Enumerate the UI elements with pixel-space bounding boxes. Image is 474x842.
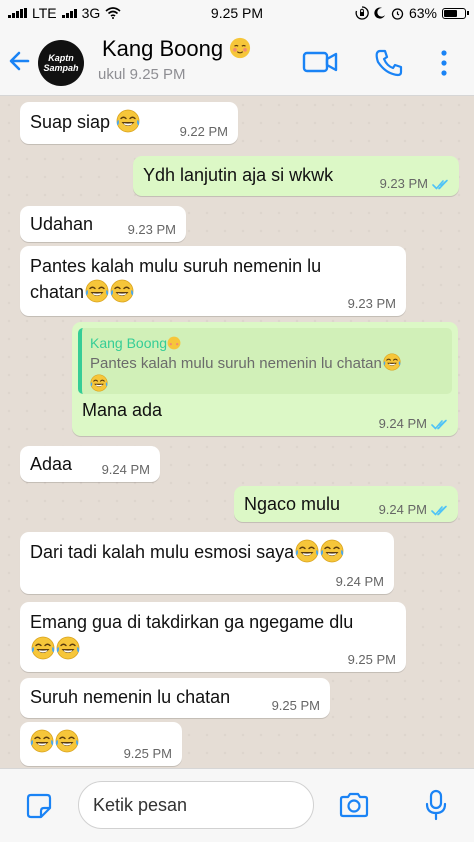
avatar-text: Kaptn Sampah <box>43 53 79 73</box>
joy-emoji-icon <box>85 279 109 303</box>
message-bubble[interactable]: Udahan 9.23 PM <box>20 206 186 242</box>
message-bubble[interactable]: Kang Boong Pantes kalah mulu suruh nemen… <box>72 322 458 436</box>
message-meta: 9.23 PM <box>128 223 176 237</box>
message-text: Suap siap <box>30 112 111 132</box>
back-chevron-left-icon[interactable] <box>6 44 36 78</box>
camera-icon[interactable] <box>338 791 370 819</box>
phone-icon[interactable] <box>374 48 404 78</box>
message-time: 9.25 PM <box>347 652 396 667</box>
chat-header: Kaptn Sampah Kang Boong ukul 9.25 PM <box>0 26 474 96</box>
message-text: Dari tadi kalah mulu esmosi saya <box>30 542 295 562</box>
message-time: 9.24 PM <box>101 462 150 477</box>
sticker-icon[interactable] <box>26 793 52 819</box>
contact-name-text: Kang Boong <box>102 36 224 61</box>
read-ticks-icon <box>431 505 447 516</box>
message-time: 9.24 PM <box>378 502 427 517</box>
message-bubble[interactable]: Adaa 9.24 PM <box>20 446 160 482</box>
joy-emoji-icon <box>295 539 319 563</box>
message-bubble[interactable]: Suruh nemenin lu chatan 9.25 PM <box>20 678 330 718</box>
message-time: 9.24 PM <box>335 574 384 589</box>
message-bubble[interactable]: Ngaco mulu 9.24 PM <box>234 486 458 522</box>
message-text: Adaa <box>30 454 73 474</box>
moon-icon <box>374 7 385 19</box>
joy-emoji-icon <box>320 539 344 563</box>
message-text-line2: chatan <box>30 282 85 302</box>
joy-emoji-icon <box>55 729 79 753</box>
quoted-sender-name: Kang Boong <box>90 333 444 353</box>
message-time: 9.25 PM <box>123 746 172 761</box>
quoted-text: Pantes kalah mulu suruh nemenin lu chata… <box>90 353 444 395</box>
read-ticks-icon <box>431 419 447 430</box>
more-vertical-icon[interactable] <box>438 48 450 78</box>
message-text: Udahan <box>30 214 94 234</box>
blush-emoji-icon <box>167 336 181 350</box>
status-bar: LTE 3G 9.25 PM 63% <box>0 0 474 26</box>
joy-emoji-icon <box>90 374 108 392</box>
message-time: 9.25 PM <box>271 698 320 713</box>
message-time: 9.23 PM <box>127 222 176 237</box>
joy-emoji-icon <box>56 636 80 660</box>
joy-emoji-icon <box>30 729 54 753</box>
message-meta: 9.24 PM <box>379 503 448 517</box>
message-input[interactable] <box>78 781 314 829</box>
message-meta: 9.24 PM <box>379 417 448 431</box>
joy-emoji-icon <box>116 109 140 133</box>
quoted-message[interactable]: Kang Boong Pantes kalah mulu suruh nemen… <box>78 328 452 394</box>
message-time: 9.22 PM <box>179 124 228 139</box>
message-time: 9.24 PM <box>378 416 427 431</box>
message-meta: 9.23 PM <box>348 297 396 311</box>
signal-icon-2 <box>61 8 77 18</box>
carrier-label: LTE <box>32 5 57 21</box>
message-bubble[interactable]: 9.25 PM <box>20 722 182 766</box>
joy-emoji-icon <box>31 636 55 660</box>
joy-emoji-icon <box>382 353 401 371</box>
wifi-icon <box>105 7 121 19</box>
signal-icon <box>8 8 27 18</box>
message-meta: 9.25 PM <box>124 747 172 761</box>
message-meta: 9.23 PM <box>380 177 449 191</box>
message-time: 9.23 PM <box>347 296 396 311</box>
message-text: Ngaco mulu <box>244 494 341 514</box>
battery-percent: 63% <box>408 5 437 21</box>
joy-emoji-icon <box>110 279 134 303</box>
message-text: Suruh nemenin lu chatan <box>30 687 231 707</box>
battery-icon <box>442 7 469 19</box>
message-meta: 9.25 PM <box>348 653 396 667</box>
read-ticks-icon <box>432 179 448 190</box>
chat-area[interactable]: Suap siap 9.22 PM Ydh lanjutin aja si wk… <box>0 96 474 768</box>
message-meta: 9.24 PM <box>102 463 150 477</box>
alarm-icon <box>391 7 404 20</box>
message-meta: 9.25 PM <box>272 699 320 713</box>
status-right: 63% <box>355 5 469 21</box>
message-input-bar <box>0 768 474 842</box>
message-meta: 9.22 PM <box>180 125 228 139</box>
avatar[interactable]: Kaptn Sampah <box>38 40 84 86</box>
message-bubble[interactable]: Suap siap 9.22 PM <box>20 102 238 144</box>
message-bubble[interactable]: Emang gua di takdirkan ga ngegame dlu 9.… <box>20 602 406 672</box>
rotation-lock-icon <box>355 6 369 20</box>
video-camera-icon[interactable] <box>302 48 340 76</box>
status-left: LTE 3G <box>8 5 121 21</box>
last-seen-status: ukul 9.25 PM <box>98 66 186 83</box>
message-text: Ydh lanjutin aja si wkwk <box>143 165 334 185</box>
message-text: Pantes kalah mulu suruh nemenin lu <box>30 256 322 276</box>
message-meta: 9.24 PM <box>336 575 384 589</box>
message-bubble[interactable]: Dari tadi kalah mulu esmosi saya 9.24 PM <box>20 532 394 594</box>
blush-emoji-icon <box>230 37 251 59</box>
microphone-icon[interactable] <box>424 789 448 821</box>
message-bubble[interactable]: Ydh lanjutin aja si wkwk 9.23 PM <box>133 156 459 196</box>
network-label: 3G <box>81 5 101 21</box>
message-bubble[interactable]: Pantes kalah mulu suruh nemenin lu chata… <box>20 246 406 316</box>
contact-name[interactable]: Kang Boong <box>102 36 251 62</box>
message-text: Emang gua di takdirkan ga ngegame dlu <box>30 612 354 632</box>
message-time: 9.23 PM <box>379 176 428 191</box>
